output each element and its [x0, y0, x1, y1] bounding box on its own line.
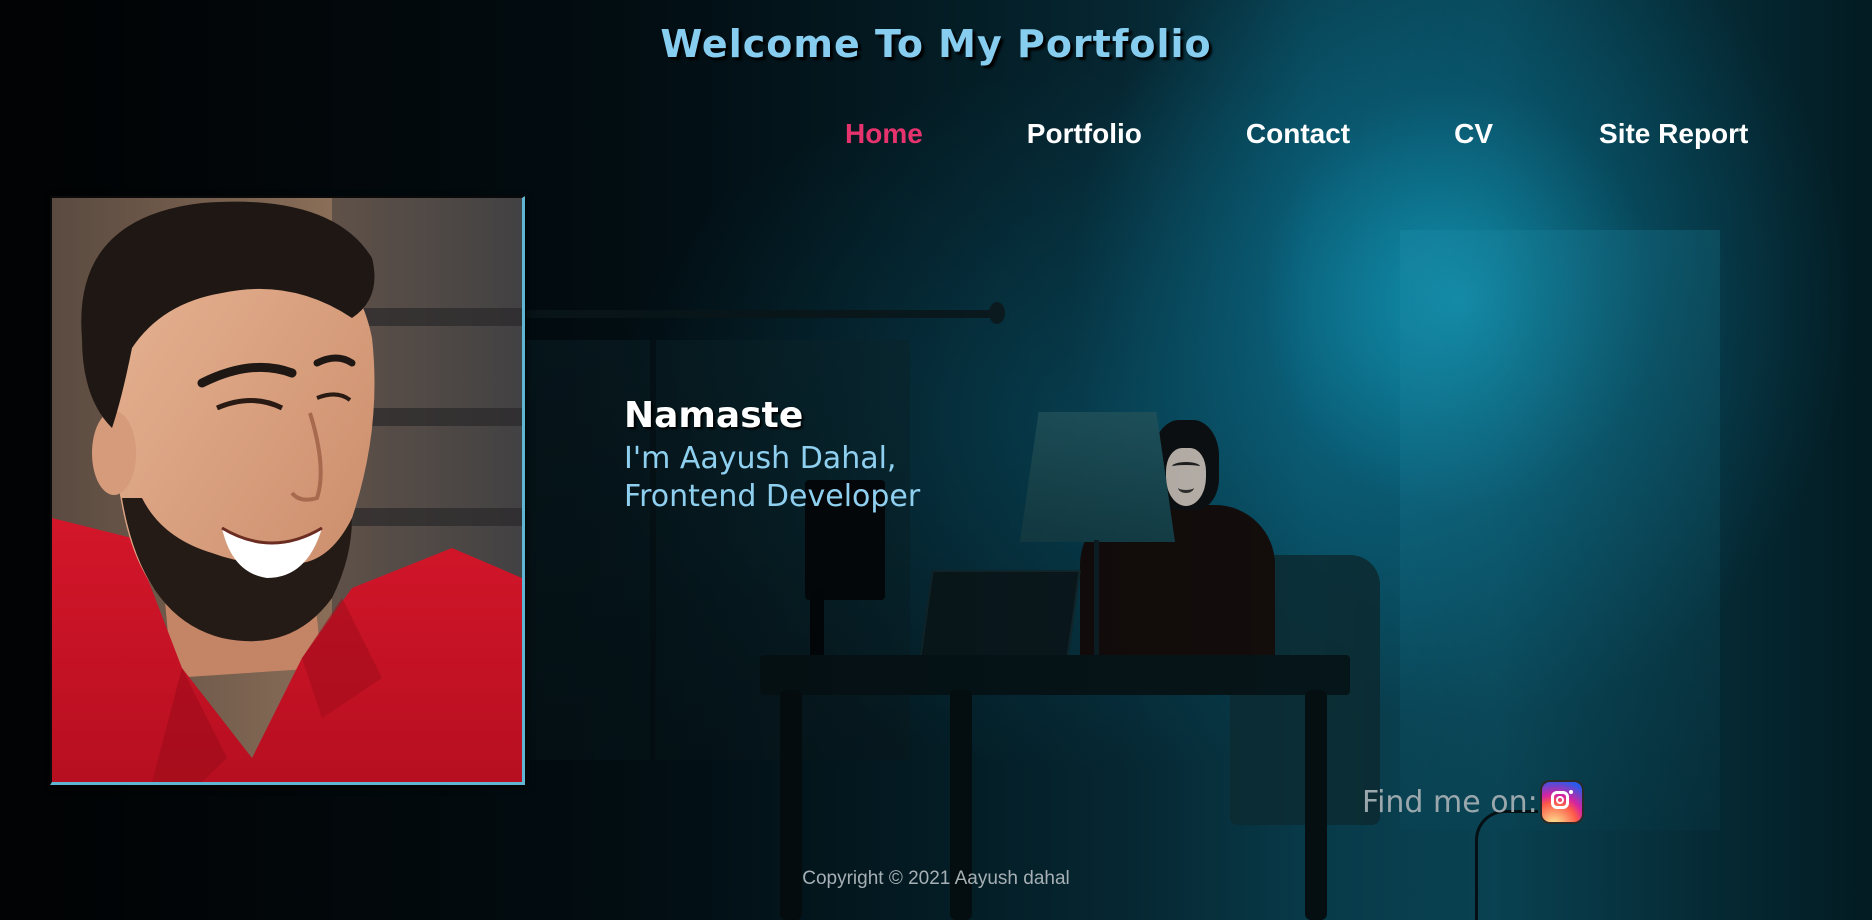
nav-home[interactable]: Home	[845, 118, 923, 150]
profile-photo	[50, 196, 525, 785]
site-title: Welcome To My Portfolio	[660, 22, 1212, 66]
intro-section: Namaste I'm Aayush Dahal, Frontend Devel…	[624, 395, 920, 516]
nav-contact[interactable]: Contact	[1246, 118, 1350, 150]
main-nav: Home Portfolio Contact CV Site Report	[845, 118, 1748, 150]
nav-site-report[interactable]: Site Report	[1599, 118, 1748, 150]
find-me-label: Find me on:	[1362, 784, 1538, 820]
nav-portfolio[interactable]: Portfolio	[1027, 118, 1142, 150]
intro-role: Frontend Developer	[624, 479, 921, 514]
greeting: Namaste	[624, 395, 804, 436]
intro-name: I'm Aayush Dahal,	[624, 441, 897, 476]
instagram-icon[interactable]	[1539, 780, 1584, 824]
portfolio-page: Welcome To My Portfolio Home Portfolio C…	[0, 0, 1872, 920]
nav-cv[interactable]: CV	[1454, 118, 1493, 150]
social-links: Find me on:	[1362, 780, 1584, 824]
profile-portrait	[52, 198, 522, 782]
footer-copyright: Copyright © 2021 Aayush dahal	[802, 868, 1070, 889]
